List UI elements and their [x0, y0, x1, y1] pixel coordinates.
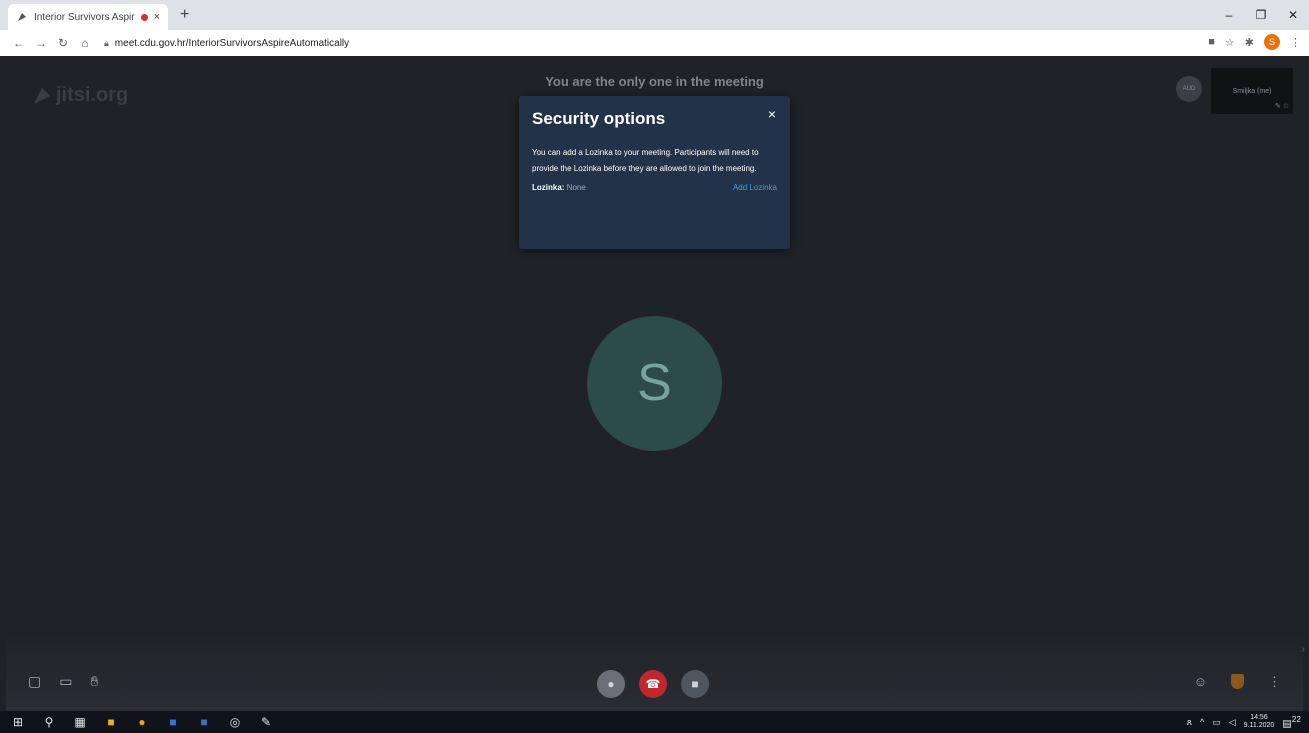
dialog-close-button[interactable]: × — [768, 106, 776, 122]
hangup-icon: ☎︎ — [645, 677, 661, 691]
password-label: Lozinka: — [532, 183, 565, 192]
raise-hand-icon[interactable]: ✋︎ — [90, 673, 98, 690]
chrome-icon[interactable]: ● — [134, 715, 150, 729]
camera-button[interactable]: ■ — [681, 670, 709, 698]
participant-avatar[interactable]: AUD — [1176, 76, 1202, 102]
app-icon[interactable]: ◎ — [227, 715, 243, 729]
more-options-icon[interactable]: ⋮ — [1268, 674, 1281, 690]
outlook-icon[interactable]: ■ — [165, 715, 181, 729]
dialog-title: Security options — [532, 109, 666, 128]
add-password-link[interactable]: Add Lozinka — [733, 183, 777, 192]
restore-button[interactable]: ❐ — [1245, 0, 1277, 30]
search-icon[interactable]: ⚲ — [41, 715, 57, 729]
only-one-notice: You are the only one in the meeting — [545, 74, 764, 89]
back-icon[interactable]: ← — [8, 36, 30, 50]
jitsi-favicon-icon — [16, 11, 28, 23]
bookmark-star-icon[interactable]: ☆ — [1225, 36, 1235, 49]
toolbar-right: ☺ ⋮ — [1194, 674, 1281, 690]
browser-tabstrip: Interior Survivors Aspire Aut × + – ❐ ✕ — [0, 0, 1309, 30]
clock-date: 9.11.2020 — [1243, 722, 1275, 729]
network-icon[interactable]: ▭ — [1212, 717, 1221, 728]
toolbar-center: ● ☎︎ ■ — [597, 670, 709, 698]
clock-time: 14:56 — [1250, 714, 1268, 721]
hangup-button[interactable]: ☎︎ — [639, 670, 667, 698]
chat-icon[interactable]: ▢ — [28, 673, 41, 690]
browser-toolbar: ← → ↻ ⌂ 🔒︎ meet.cdu.gov.hr/InteriorSurvi… — [0, 30, 1309, 56]
browser-extensions: ■ ☆ ✱ S ⋮ — [1208, 34, 1301, 50]
windows-start-icon[interactable]: ⊞ — [10, 715, 26, 729]
forward-icon[interactable]: → — [30, 36, 52, 50]
new-tab-button[interactable]: + — [180, 6, 189, 24]
browser-tab[interactable]: Interior Survivors Aspire Aut × — [8, 4, 168, 30]
system-tray: ጸ ^ ▭ ◁ 14:56 9.11.2020 ▤22 — [1187, 711, 1301, 733]
task-view-icon[interactable]: ▦ — [72, 715, 88, 729]
jitsi-app-icon[interactable]: ✎ — [258, 715, 274, 729]
reload-icon[interactable]: ↻ — [52, 36, 74, 50]
security-shield-icon[interactable] — [1231, 674, 1244, 689]
lock-icon: 🔒︎ — [104, 37, 109, 48]
os-taskbar: ⊞ ⚲ ▦ ■ ● ■ ■ ◎ ✎ ጸ ^ ▭ ◁ 14:56 9.11.202… — [0, 711, 1309, 733]
url-text: meet.cdu.gov.hr/InteriorSurvivorsAspireA… — [114, 37, 350, 49]
security-dialog: Security options × You can add a Lozinka… — [519, 96, 790, 249]
tab-title: Interior Survivors Aspire Aut — [34, 11, 135, 23]
address-bar[interactable]: 🔒︎ meet.cdu.gov.hr/InteriorSurvivorsAspi… — [104, 38, 349, 49]
password-row: Lozinka: None Add Lozinka — [532, 183, 777, 192]
microphone-button[interactable]: ● — [597, 670, 625, 698]
recording-indicator-icon — [140, 13, 148, 21]
camera-off-icon: ■ — [691, 677, 699, 691]
password-value: None — [566, 183, 586, 192]
chevron-right-icon[interactable]: › — [1302, 644, 1305, 655]
extensions-icon[interactable]: ✱ — [1245, 36, 1254, 49]
home-icon[interactable]: ⌂ — [74, 36, 96, 50]
clock[interactable]: 14:56 9.11.2020 — [1244, 714, 1275, 730]
tab-close-button[interactable]: × — [154, 11, 160, 23]
minimize-button[interactable]: – — [1213, 0, 1245, 30]
screenshare-icon[interactable]: ▭ — [59, 673, 72, 690]
notification-count: 22 — [1291, 714, 1301, 725]
toolbar-left: ▢ ▭ ✋︎ — [28, 673, 98, 690]
self-name: Smiljka (me) — [1232, 88, 1272, 95]
file-explorer-icon[interactable]: ■ — [103, 715, 119, 729]
volume-icon[interactable]: ◁ — [1229, 717, 1236, 728]
large-avatar: S — [587, 316, 722, 451]
profile-avatar[interactable]: S — [1264, 34, 1280, 50]
people-icon[interactable]: ጸ — [1187, 717, 1192, 728]
browser-menu-icon[interactable]: ⋮ — [1290, 36, 1301, 49]
window-controls: – ❐ ✕ — [1213, 0, 1309, 30]
dialog-description: You can add a Lozinka to your meeting. P… — [532, 148, 759, 173]
muted-indicator-icon: ✎ ☆ — [1274, 103, 1289, 110]
notification-center-icon[interactable]: ▤22 — [1282, 714, 1301, 729]
word-icon[interactable]: ■ — [196, 715, 212, 729]
tray-chevron-icon[interactable]: ^ — [1200, 717, 1204, 727]
close-window-button[interactable]: ✕ — [1277, 0, 1309, 30]
taskbar-apps: ⊞ ⚲ ▦ ■ ● ■ ■ ◎ ✎ — [0, 715, 274, 729]
self-video-thumbnail[interactable]: Smiljka (me) ✎ ☆ — [1211, 68, 1293, 114]
participants-icon[interactable]: ☺ — [1194, 674, 1207, 690]
microphone-icon: ● — [607, 677, 615, 691]
camera-indicator-icon[interactable]: ■ — [1208, 36, 1215, 48]
